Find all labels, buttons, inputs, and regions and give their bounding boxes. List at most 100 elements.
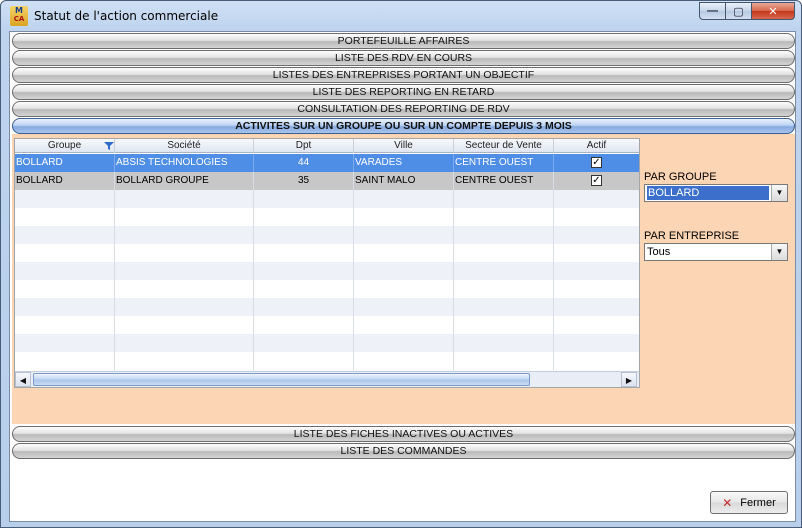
empty-cell — [115, 208, 254, 226]
empty-cell — [15, 280, 115, 298]
section-consultation-reporting[interactable]: CONSULTATION DES REPORTING DE RDV — [12, 101, 795, 117]
empty-cell — [115, 280, 254, 298]
fermer-label: Fermer — [740, 496, 776, 509]
empty-cell — [554, 316, 639, 334]
empty-cell — [454, 352, 554, 370]
empty-cell — [454, 262, 554, 280]
fermer-button[interactable]: ✕ Fermer — [710, 491, 788, 514]
col-header-societe[interactable]: Société — [115, 139, 254, 153]
empty-table-row — [15, 190, 639, 208]
empty-cell — [254, 190, 354, 208]
empty-cell — [554, 334, 639, 352]
empty-table-row — [15, 226, 639, 244]
cell-actif: ✓ — [554, 154, 639, 172]
empty-cell — [115, 244, 254, 262]
section-liste-commandes[interactable]: LISTE DES COMMANDES — [12, 443, 795, 459]
scroll-right-icon[interactable]: ▶ — [621, 372, 637, 387]
empty-table-row — [15, 298, 639, 316]
chevron-down-icon[interactable]: ▼ — [771, 244, 787, 260]
scrollbar-thumb[interactable] — [33, 373, 530, 386]
empty-cell — [554, 190, 639, 208]
empty-cell — [354, 280, 454, 298]
par-groupe-value: BOLLARD — [647, 186, 769, 200]
table-header: Groupe Société Dpt Ville Secteur de Vent… — [15, 139, 639, 153]
empty-cell — [554, 226, 639, 244]
cell-groupe: BOLLARD — [15, 172, 115, 190]
col-header-secteur[interactable]: Secteur de Vente — [454, 139, 554, 153]
empty-cell — [354, 226, 454, 244]
minimize-button[interactable]: — — [699, 2, 725, 20]
empty-cell — [115, 190, 254, 208]
empty-table-row — [15, 208, 639, 226]
window-title: Statut de l'action commerciale — [34, 9, 219, 23]
section-fiches-inactives[interactable]: LISTE DES FICHES INACTIVES OU ACTIVES — [12, 426, 795, 442]
empty-cell — [254, 352, 354, 370]
cell-societe: ABSIS TECHNOLOGIES — [115, 154, 254, 172]
close-window-button[interactable]: ✕ — [751, 2, 795, 20]
cell-groupe: BOLLARD — [15, 154, 115, 172]
maximize-button[interactable]: ▢ — [725, 2, 751, 20]
empty-cell — [354, 316, 454, 334]
close-icon: ✕ — [722, 495, 733, 510]
par-groupe-select[interactable]: BOLLARD ▼ — [644, 184, 788, 202]
cell-secteur: CENTRE OUEST — [454, 172, 554, 190]
empty-cell — [115, 262, 254, 280]
empty-table-row — [15, 280, 639, 298]
empty-cell — [354, 298, 454, 316]
empty-cell — [554, 208, 639, 226]
actif-checkbox[interactable]: ✓ — [591, 157, 602, 168]
empty-cell — [554, 298, 639, 316]
empty-cell — [454, 334, 554, 352]
table-row[interactable]: BOLLARD BOLLARD GROUPE 35 SAINT MALO CEN… — [15, 172, 639, 190]
client-area: PORTEFEUILLE AFFAIRES LISTE DES RDV EN C… — [9, 31, 796, 522]
col-header-dpt[interactable]: Dpt — [254, 139, 354, 153]
empty-cell — [354, 190, 454, 208]
title-bar[interactable]: M CA Statut de l'action commerciale — ▢ … — [1, 1, 801, 31]
cell-secteur: CENTRE OUEST — [454, 154, 554, 172]
empty-cell — [115, 334, 254, 352]
empty-cell — [15, 352, 115, 370]
empty-cell — [254, 208, 354, 226]
minimize-icon: — — [707, 5, 718, 17]
empty-cell — [115, 352, 254, 370]
empty-cell — [554, 280, 639, 298]
par-entreprise-label: PAR ENTREPRISE — [644, 230, 740, 242]
scroll-left-icon[interactable]: ◀ — [15, 372, 31, 387]
empty-cell — [115, 316, 254, 334]
empty-cell — [254, 244, 354, 262]
app-logo-bottom: CA — [13, 15, 25, 23]
empty-cell — [115, 226, 254, 244]
cell-actif: ✓ — [554, 172, 639, 190]
col-header-groupe[interactable]: Groupe — [15, 139, 115, 153]
col-header-ville[interactable]: Ville — [354, 139, 454, 153]
section-entreprises-objectif[interactable]: LISTES DES ENTREPRISES PORTANT UN OBJECT… — [12, 67, 795, 83]
par-entreprise-value: Tous — [647, 246, 671, 258]
par-entreprise-select[interactable]: Tous ▼ — [644, 243, 788, 261]
app-logo-icon: M CA — [10, 6, 28, 26]
activites-panel: Groupe Société Dpt Ville Secteur de Vent… — [12, 134, 795, 424]
empty-cell — [454, 298, 554, 316]
filter-icon[interactable] — [104, 141, 114, 151]
section-liste-rdv-en-cours[interactable]: LISTE DES RDV EN COURS — [12, 50, 795, 66]
cell-societe: BOLLARD GROUPE — [115, 172, 254, 190]
activites-table: Groupe Société Dpt Ville Secteur de Vent… — [14, 138, 640, 388]
section-portefeuille-affaires[interactable]: PORTEFEUILLE AFFAIRES — [12, 33, 795, 49]
horizontal-scrollbar[interactable]: ◀ ▶ — [15, 371, 639, 387]
empty-cell — [454, 208, 554, 226]
chevron-down-icon[interactable]: ▼ — [771, 185, 787, 201]
empty-cell — [554, 262, 639, 280]
empty-cell — [454, 316, 554, 334]
empty-cell — [254, 226, 354, 244]
empty-cell — [254, 262, 354, 280]
empty-cell — [254, 280, 354, 298]
table-row[interactable]: BOLLARD ABSIS TECHNOLOGIES 44 VARADES CE… — [15, 154, 639, 172]
empty-table-row — [15, 352, 639, 370]
col-header-actif[interactable]: Actif — [554, 139, 639, 153]
actif-checkbox[interactable]: ✓ — [591, 175, 602, 186]
empty-cell — [15, 298, 115, 316]
section-reporting-en-retard[interactable]: LISTE DES REPORTING EN RETARD — [12, 84, 795, 100]
cell-ville: VARADES — [354, 154, 454, 172]
empty-cell — [554, 352, 639, 370]
empty-cell — [454, 280, 554, 298]
section-activites-groupe[interactable]: ACTIVITES SUR UN GROUPE OU SUR UN COMPTE… — [12, 118, 795, 134]
